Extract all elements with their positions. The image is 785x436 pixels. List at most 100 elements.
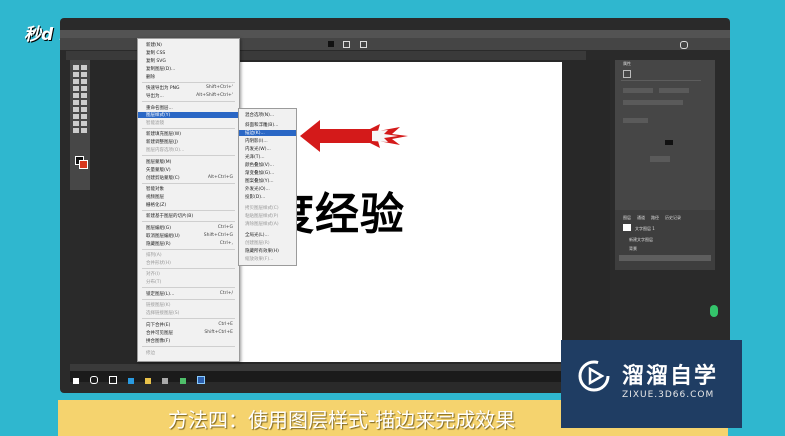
marquee-tool-icon[interactable]	[81, 65, 87, 70]
search-icon[interactable]	[680, 41, 688, 49]
side-toggle-button[interactable]	[710, 305, 718, 317]
layer-item[interactable]: 新建文字图层	[629, 237, 653, 243]
menu-item[interactable]: 删除	[146, 74, 155, 80]
menu-item[interactable]: 智能对象	[146, 186, 164, 192]
menu-item[interactable]: 图层内容选项(O)...	[146, 147, 184, 153]
submenu-item[interactable]: 外发光(O)...	[245, 186, 270, 192]
hand-tool-icon[interactable]	[73, 128, 79, 133]
menu-item[interactable]: 拼合图像(F)	[146, 338, 170, 344]
tab-channels[interactable]: 通道	[637, 215, 645, 221]
submenu-item[interactable]: 全局光(L)...	[245, 232, 269, 238]
menu-item[interactable]: 快速导出为 PNG	[146, 85, 180, 91]
eraser-icon[interactable]	[73, 100, 79, 105]
submenu-item[interactable]: 创建图层(R)	[245, 240, 270, 246]
gradient-icon[interactable]	[81, 100, 87, 105]
lasso-tool-icon[interactable]	[73, 72, 79, 77]
menu-item[interactable]: 新建(N)	[146, 42, 162, 48]
menu-item[interactable]: 图层蒙版(M)	[146, 159, 171, 165]
submenu-item[interactable]: 投影(D)...	[245, 194, 265, 200]
menu-item[interactable]: 向下合并(E)	[146, 322, 170, 328]
submenu-item[interactable]: 内阴影(I)...	[245, 138, 268, 144]
menu-item-layer-style[interactable]: 图层样式(Y)	[138, 112, 239, 118]
windows-start-icon[interactable]	[73, 378, 79, 384]
submenu-item[interactable]: 颜色叠加(V)...	[245, 162, 274, 168]
menu-item[interactable]: 合并形状(H)	[146, 260, 171, 266]
submenu-item[interactable]: 内发光(W)...	[245, 146, 271, 152]
menu-item[interactable]: 复制 SVG	[146, 58, 166, 64]
menu-item[interactable]: 锁定图层(L)...	[146, 291, 174, 297]
menu-item[interactable]: 创建剪贴蒙版(C)	[146, 175, 180, 181]
font-family-field[interactable]	[623, 100, 683, 105]
submenu-item[interactable]: 光泽(T)...	[245, 154, 265, 160]
menu-item[interactable]: 对齐(I)	[146, 271, 160, 277]
browser-icon[interactable]	[128, 378, 135, 384]
layer-item[interactable]: 背景	[629, 246, 637, 252]
submenu-item[interactable]: 粘贴图层样式(P)	[245, 213, 278, 219]
menu-item[interactable]: 智能滤镜	[146, 120, 164, 126]
path-select-icon[interactable]	[73, 121, 79, 126]
background-color[interactable]	[79, 160, 88, 169]
menu-item[interactable]: 复制 CSS	[146, 50, 165, 56]
explorer-icon[interactable]	[145, 378, 152, 384]
dodge-tool-icon[interactable]	[81, 107, 87, 112]
layer-item[interactable]: 文字图层 1	[635, 226, 655, 232]
align-icon[interactable]	[343, 41, 350, 48]
menu-item[interactable]: 隐藏图层(R)	[146, 241, 171, 247]
blur-tool-icon[interactable]	[73, 107, 79, 112]
x-field[interactable]	[623, 88, 653, 93]
more-options-button[interactable]	[650, 156, 670, 162]
text-color-swatch[interactable]	[665, 140, 673, 145]
magic-wand-icon[interactable]	[81, 72, 87, 77]
zoom-tool-icon[interactable]	[81, 128, 87, 133]
type-tool-icon[interactable]	[81, 114, 87, 119]
menu-item[interactable]: 排列(A)	[146, 252, 162, 258]
font-size-field[interactable]	[623, 118, 648, 123]
menu-item[interactable]: 图层编组(G)	[146, 225, 171, 231]
menu-item[interactable]: 合并可见图层	[146, 330, 173, 336]
submenu-item[interactable]: 隐藏所有效果(H)	[245, 248, 279, 254]
menu-item[interactable]: 分布(T)	[146, 279, 161, 285]
menu-item[interactable]: 导出为...	[146, 93, 164, 99]
menu-item[interactable]: 取消图层编组(U)	[146, 233, 180, 239]
app-icon[interactable]	[162, 378, 169, 384]
tab-layers[interactable]: 图层	[623, 215, 631, 221]
history-brush-icon[interactable]	[81, 93, 87, 98]
color-swatch[interactable]	[328, 41, 334, 47]
menu-item[interactable]: 视频图层	[146, 194, 164, 200]
pen-tool-icon[interactable]	[73, 114, 79, 119]
submenu-item[interactable]: 图案叠加(Y)...	[245, 178, 274, 184]
eyedropper-icon[interactable]	[81, 79, 87, 84]
menu-item[interactable]: 选择链接图层(S)	[146, 310, 179, 316]
search-taskbar-icon[interactable]	[90, 376, 99, 384]
crop-tool-icon[interactable]	[73, 79, 79, 84]
menu-item[interactable]: 新建填充图层(W)	[146, 131, 181, 137]
tab-history[interactable]: 历史记录	[665, 215, 681, 221]
healing-brush-icon[interactable]	[73, 86, 79, 91]
photoshop-taskbar-icon[interactable]	[196, 376, 205, 384]
brush-tool-icon[interactable]	[81, 86, 87, 91]
menu-item[interactable]: 栅格化(Z)	[146, 202, 166, 208]
menu-item[interactable]: 复制图层(D)...	[146, 66, 175, 72]
submenu-item[interactable]: 渐变叠加(G)...	[245, 170, 274, 176]
submenu-item[interactable]: 混合选项(N)...	[245, 112, 274, 118]
menu-item[interactable]: 修边	[146, 350, 155, 356]
submenu-item[interactable]: 缩放效果(F)...	[245, 256, 273, 262]
menu-item[interactable]: 链接图层(K)	[146, 302, 170, 308]
menu-item[interactable]: 重命名图层...	[146, 105, 173, 111]
layer-row-selected[interactable]	[619, 255, 711, 261]
task-view-icon[interactable]	[109, 376, 118, 384]
menu-item[interactable]: 新建调整图层(J)	[146, 139, 178, 145]
submenu-item[interactable]: 拷贝图层样式(C)	[245, 205, 279, 211]
menu-item[interactable]: 矢量蒙版(V)	[146, 167, 171, 173]
warp-text-icon[interactable]	[360, 41, 367, 48]
move-tool-icon[interactable]	[73, 65, 79, 70]
stamp-tool-icon[interactable]	[73, 93, 79, 98]
submenu-item-stroke[interactable]: 描边(K)...	[239, 130, 296, 136]
y-field[interactable]	[659, 88, 689, 93]
rectangle-tool-icon[interactable]	[81, 121, 87, 126]
submenu-item[interactable]: 清除图层样式(A)	[245, 221, 279, 227]
menu-item[interactable]: 新建基于图层的切片(B)	[146, 213, 193, 219]
submenu-item[interactable]: 斜面和浮雕(B)...	[245, 122, 278, 128]
tab-paths[interactable]: 路径	[651, 215, 659, 221]
app-icon-2[interactable]	[179, 378, 186, 384]
